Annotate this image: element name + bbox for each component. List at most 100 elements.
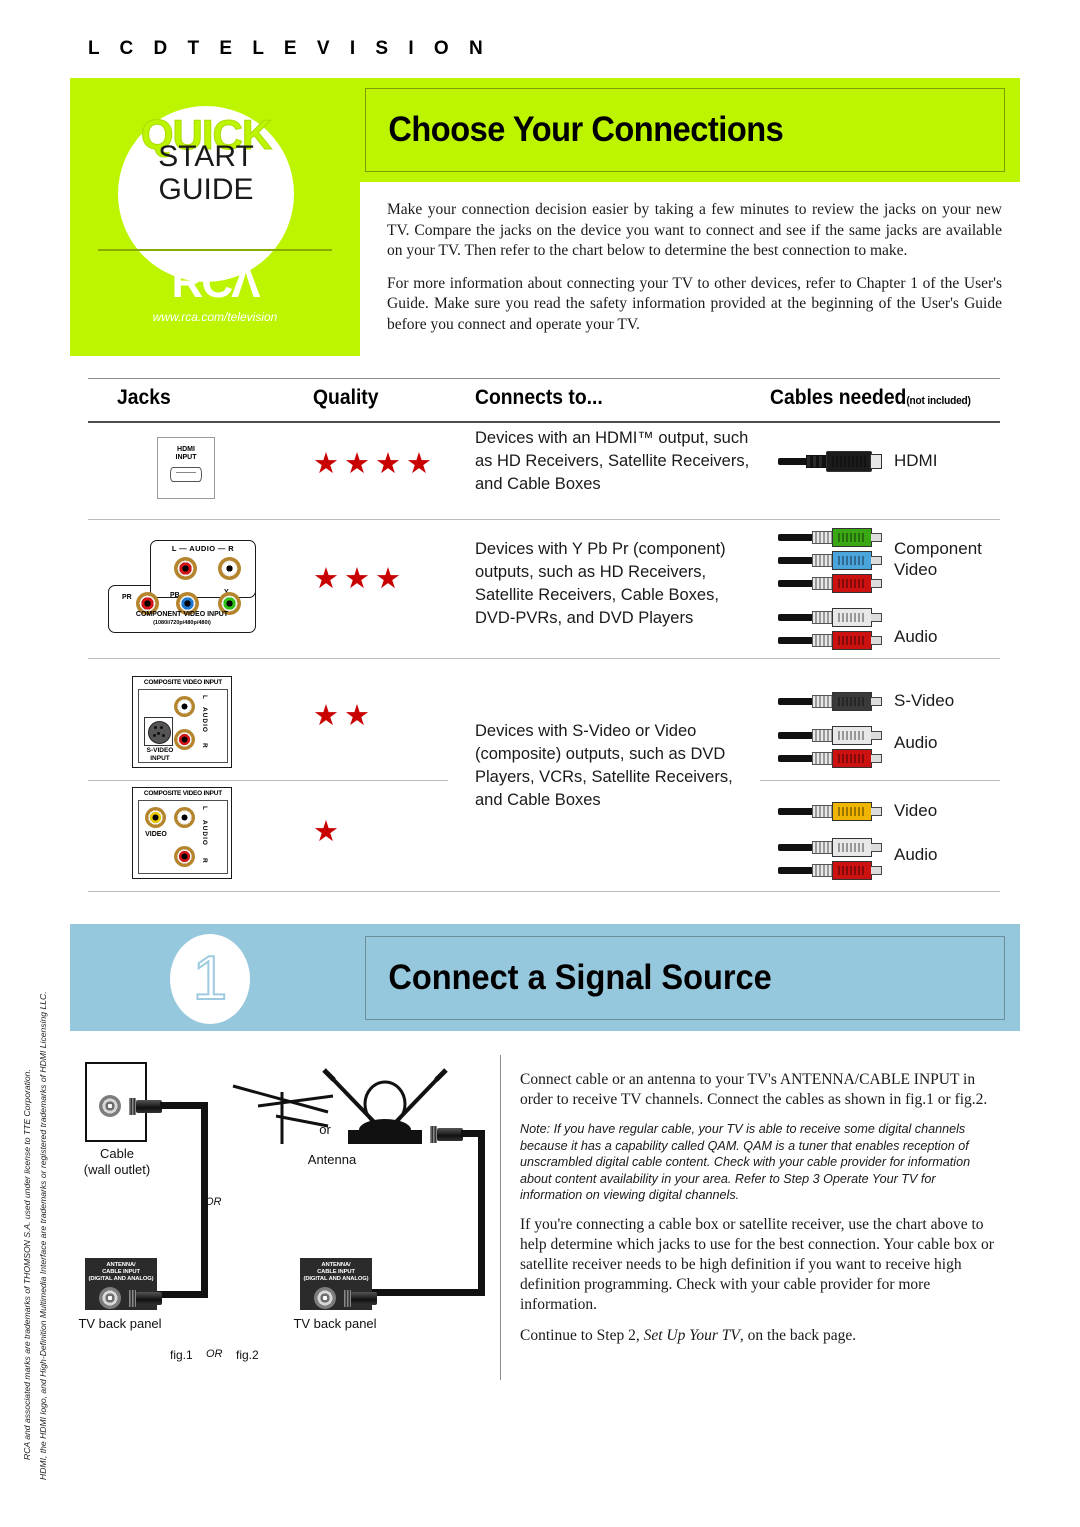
table-row-divider-1 [88,519,1000,520]
step-title: Connect a Signal Source [388,958,772,997]
composite-audio-r-label: R [201,858,208,864]
cable-connector-barrel-1 [136,1100,162,1113]
composite-audio-right-jack [174,846,195,867]
intro-paragraph-2: For more information about connecting yo… [387,274,1002,333]
svideo-audio-left-jack [174,696,195,717]
tv-panel-1-line1: ANTENNA/ [106,1262,136,1268]
fig-or-label: OR [206,1348,223,1360]
quality-stars-composite: ★ [313,816,344,848]
title-box: Choose Your Connections [365,88,1005,172]
hdmi-jack-label-1: HDMI [177,446,195,453]
tv-panel-1-line2: CABLE INPUT [102,1269,140,1275]
tv-connector-ring-1 [129,1290,136,1307]
wall-outlet-coax-port [99,1095,121,1117]
step-title-box: Connect a Signal Source [365,936,1005,1020]
component-audio-left-jack [174,557,197,580]
hdmi-jack-graphic: HDMI INPUT [157,437,215,499]
cable-graphic-composite-video [778,802,882,821]
hdmi-jack-label-2: INPUT [175,454,197,461]
connects-text-hdmi: Devices with an HDMI™ output, such as HD… [475,429,750,493]
table-row-divider-2 [88,658,1000,659]
page-title: Choose Your Connections [388,110,784,149]
cable-label-component-audio: Audio [894,627,938,646]
antenna-connector-barrel [437,1128,463,1141]
svideo-panel-title: COMPOSITE VIDEO INPUT [143,679,223,686]
tv-back-panel-label-2: TV back panel [293,1316,377,1331]
cable-label-svideo-audio: Audio [894,733,938,752]
step-note: Note: If you have regular cable, your TV… [520,1122,971,1202]
diagram-or-label: OR [205,1196,222,1208]
cable-graphic-hdmi [778,451,882,472]
cable-label-composite-video: Video [894,801,938,820]
table-header-cables-label: Cables needed [770,386,907,409]
composite-audio-left-jack [174,807,195,828]
tv-panel-2-line1: ANTENNA/ [321,1262,351,1268]
hdmi-port-icon [170,467,202,482]
antenna-wire-h2 [364,1289,484,1296]
composite-panel-title: COMPOSITE VIDEO INPUT [143,790,223,797]
step-paragraph-2: If you're connecting a cable box or sate… [520,1215,994,1313]
component-title-text: COMPONENT VIDEO INPUT [135,611,229,618]
table-top-rule [88,378,1000,379]
svideo-audio-r-label: R [201,743,208,749]
brand-start-guide: START GUIDE [118,140,294,206]
step-continue-post: , on the back page. [739,1326,857,1344]
tv-panel-2-line2: CABLE INPUT [317,1269,355,1275]
component-title-label: COMPONENT VIDEO INPUT (1080i/720p/480p/4… [108,611,256,627]
cable-graphic-composite-audio-l [778,838,882,857]
cable-graphic-svideo-audio-r [778,749,882,768]
wall-outlet-label: Cable (wall outlet) [62,1146,172,1178]
page-kicker: L C D T E L E V I S I O N [88,38,491,59]
table-row-divider-3a [88,780,448,781]
component-audio-label: L — AUDIO — R [171,544,235,553]
svideo-port-label-2: INPUT [150,754,170,762]
intro-paragraph-1: Make your connection decision easier by … [387,201,1002,259]
antenna-or-label: or [319,1122,331,1137]
antenna-label: Antenna [307,1152,357,1167]
connects-text-svideo: Devices with S-Video or Video (composite… [475,722,733,809]
fig1-label: fig.1 [170,1348,193,1362]
section-divider [500,1055,501,1380]
cable-graphic-component-audio-r [778,631,882,650]
cable-connector-ring-1 [129,1098,136,1115]
cable-label-svideo: S-Video [894,691,955,710]
step-continue-em: Set Up Your TV [643,1326,740,1344]
step-body-text: Connect cable or an antenna to your TV's… [520,1070,1000,1357]
rca-website-url: www.rca.com/television [152,310,278,324]
antenna-connector-ring [430,1126,437,1143]
component-jack-graphic: L — AUDIO — R PR PB Y COMPONENT VIDEO IN… [108,540,256,633]
cable-graphic-component-pr [778,574,882,593]
wall-outlet-label-2: (wall outlet) [83,1162,151,1177]
brand-divider [98,249,332,251]
cable-graphic-component-audio-l [778,608,882,627]
table-header-rule [88,421,1000,423]
composite-video-jack [145,807,166,828]
composite-audio-l-label: L [201,806,208,811]
step-continue-pre: Continue to Step 2, [520,1326,644,1344]
cable-graphic-svideo-audio-l [778,726,882,745]
composite-jack-graphic: COMPOSITE VIDEO INPUT VIDEO L AUDIO R [132,787,232,879]
fig2-label: fig.2 [236,1348,259,1362]
tv-panel-2-coax-port [314,1287,336,1309]
table-header-quality: Quality [313,386,379,409]
cable-label-composite-audio: Audio [894,845,938,864]
component-sub-text: (1080i/720p/480p/480i) [153,620,211,626]
svideo-port-label: S-VIDEO INPUT [141,747,179,762]
component-pr-label: PR [122,594,132,601]
svideo-port-label-1: S-VIDEO [146,747,174,754]
tv-connector-ring-2 [344,1290,351,1307]
tv-panel-1-coax-port [99,1287,121,1309]
table-header-cables-note: (not included) [906,395,971,407]
cable-graphic-composite-audio-r [778,861,882,880]
intro-text: Make your connection decision easier by … [387,200,1002,347]
table-row-divider-3b [760,780,1000,781]
tv-panel-1-text: ANTENNA/ CABLE INPUT (DIGITAL AND ANALOG… [85,1262,157,1283]
legal-text-rca: RCA and associated marks are trademarks … [22,1069,32,1460]
connects-text-component: Devices with Y Pb Pr (component) outputs… [475,540,726,627]
step-paragraph-1: Connect cable or an antenna to your TV's… [520,1071,988,1108]
cable-graphic-component-y [778,528,882,547]
tv-panel-1-line3: (DIGITAL AND ANALOG) [88,1276,154,1282]
cable-graphic-component-pb [778,551,882,570]
svideo-audio-l-label: L [201,695,208,700]
table-row-divider-4 [88,891,1000,892]
